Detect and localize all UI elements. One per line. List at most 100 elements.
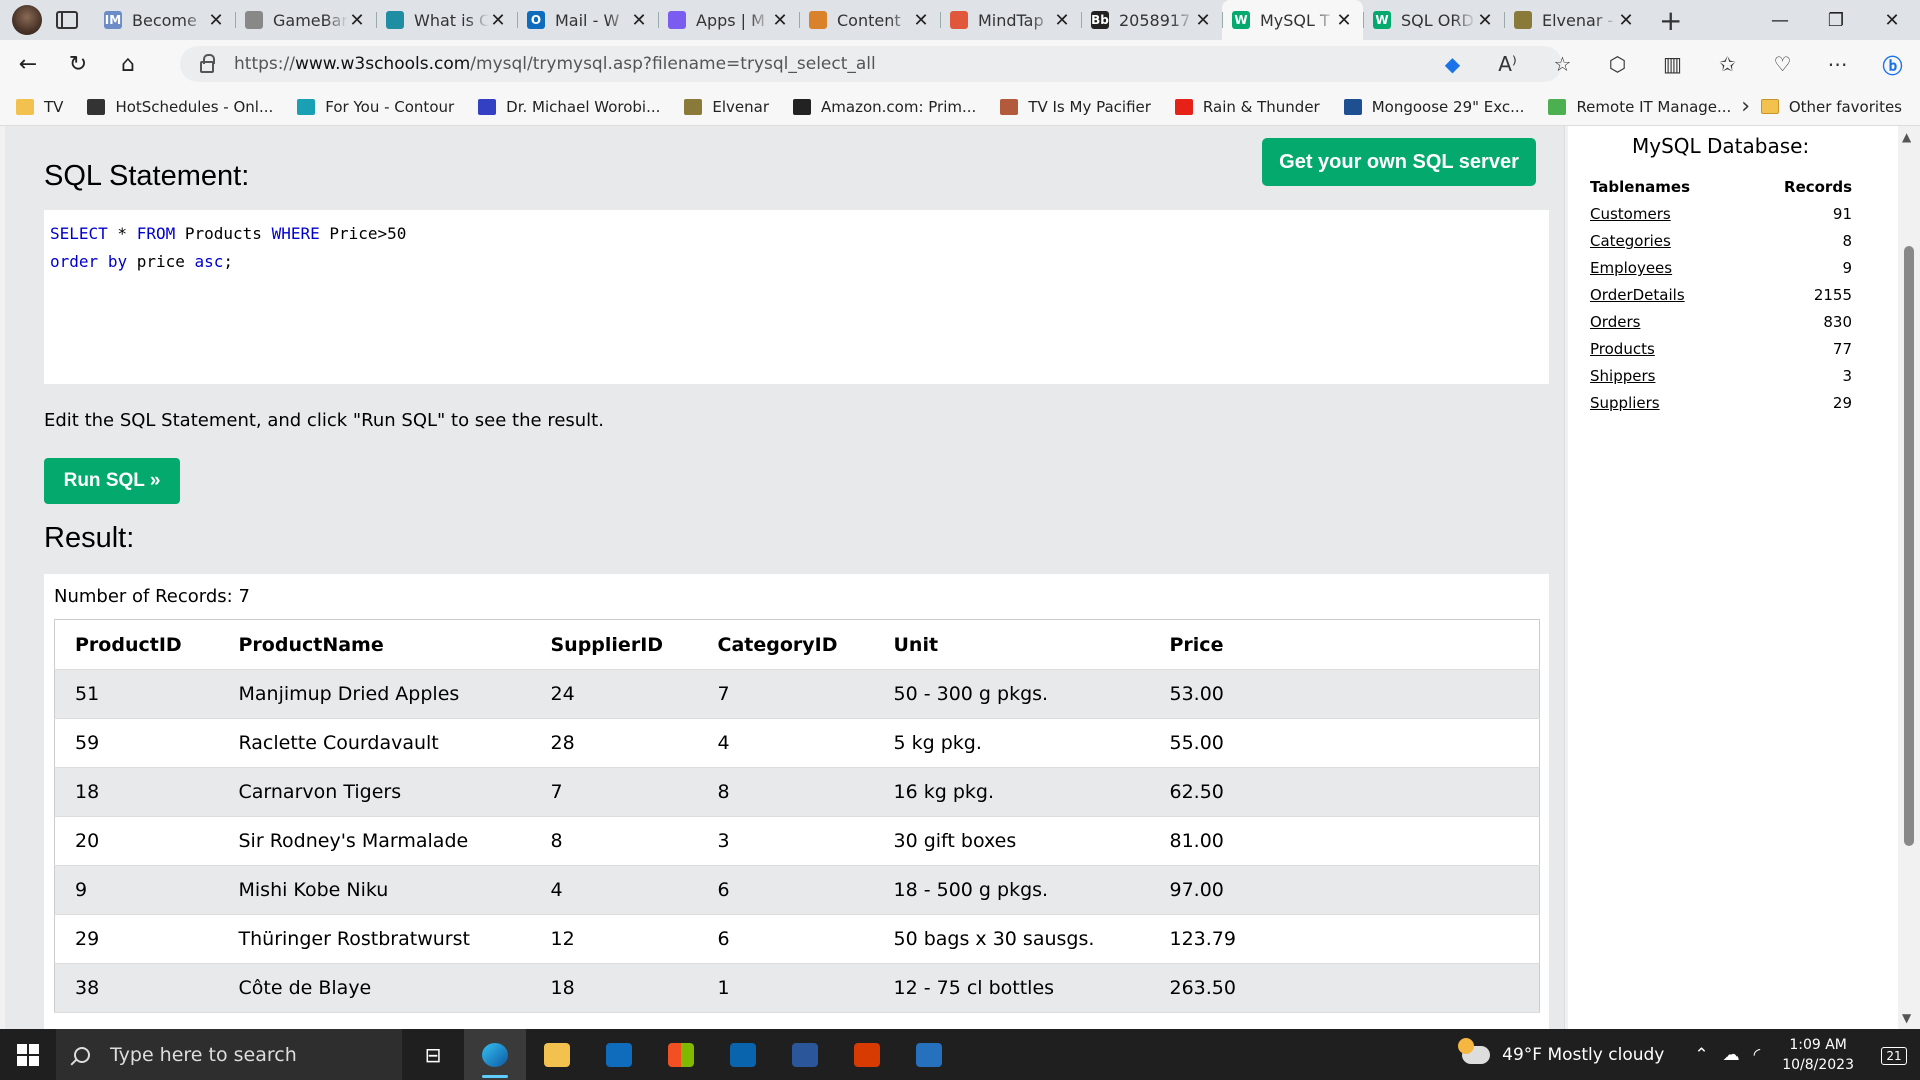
browser-tab[interactable]: O Mail - W ✕ xyxy=(517,0,658,40)
favorite-link[interactable]: TV xyxy=(16,98,63,116)
tab-close-icon[interactable]: ✕ xyxy=(489,10,507,31)
table-link-shippers[interactable]: Shippers xyxy=(1590,367,1655,394)
file-explorer-icon[interactable] xyxy=(526,1029,588,1080)
profile-avatar[interactable] xyxy=(12,5,42,35)
minimize-button[interactable]: — xyxy=(1752,0,1808,40)
table-cell: 28 xyxy=(530,718,698,768)
page-scrollbar[interactable]: ▲ ▼ xyxy=(1898,126,1920,1029)
sql-editor[interactable]: SELECT * FROM Products WHERE Price>50 or… xyxy=(44,210,1549,384)
restore-button[interactable]: ❐ xyxy=(1808,0,1864,40)
browser-essentials-icon[interactable]: ♡ xyxy=(1755,52,1810,76)
weather-widget[interactable]: 49°F Mostly cloudy xyxy=(1458,1037,1664,1065)
favorite-link[interactable]: Dr. Michael Worobi... xyxy=(478,98,660,116)
favorite-star-icon[interactable]: ☆ xyxy=(1535,52,1590,76)
clock[interactable]: 1:09 AM 10/8/2023 xyxy=(1782,1035,1854,1075)
task-view-icon[interactable]: ⊟ xyxy=(402,1029,464,1080)
table-cell: 38 xyxy=(54,963,219,1013)
table-header-row: ProductID ProductName SupplierID CategoryID… xyxy=(54,619,1540,670)
run-sql-button[interactable]: Run SQL » xyxy=(44,458,180,504)
tab-close-icon[interactable]: ✕ xyxy=(912,10,930,31)
extensions-icon[interactable]: ⬡ xyxy=(1590,52,1645,76)
tab-close-icon[interactable]: ✕ xyxy=(771,10,789,31)
tab-close-icon[interactable]: ✕ xyxy=(207,10,225,31)
office-icon[interactable] xyxy=(836,1029,898,1080)
weather-icon xyxy=(1458,1037,1491,1064)
tab-close-icon[interactable]: ✕ xyxy=(1617,10,1635,31)
tab-close-icon[interactable]: ✕ xyxy=(630,10,648,31)
address-input[interactable]: https://www.w3schools.com/mysql/trymysql… xyxy=(180,46,1562,82)
tab-close-icon[interactable]: ✕ xyxy=(1053,10,1071,31)
browser-tab[interactable]: MindTap ✕ xyxy=(940,0,1081,40)
browser-tab[interactable]: W MySQL T ✕ xyxy=(1222,0,1363,40)
other-favorites-label: Other favorites xyxy=(1788,97,1902,116)
close-window-button[interactable]: ✕ xyxy=(1864,0,1920,40)
search-placeholder: Type here to search xyxy=(110,1043,297,1066)
powershell-icon[interactable] xyxy=(898,1029,960,1080)
taskbar-search[interactable]: Type here to search xyxy=(56,1029,402,1080)
favorite-link[interactable]: HotSchedules - Onl... xyxy=(87,98,273,116)
table-cell: 16 kg pkg. xyxy=(873,767,1150,817)
scroll-up-icon[interactable]: ▲ xyxy=(1902,130,1911,144)
favorite-link[interactable]: For You - Contour xyxy=(297,98,454,116)
favorite-link[interactable]: Amazon.com: Prim... xyxy=(793,98,976,116)
scroll-down-icon[interactable]: ▼ xyxy=(1902,1011,1911,1025)
edge-taskbar-icon[interactable] xyxy=(464,1029,526,1080)
tab-actions-icon[interactable] xyxy=(56,11,78,29)
chevron-right-icon[interactable]: › xyxy=(1741,94,1750,119)
folder-icon xyxy=(16,98,34,115)
column-header: ProductName xyxy=(218,619,531,670)
browser-tab[interactable]: W SQL ORD ✕ xyxy=(1363,0,1504,40)
hotschedules-icon xyxy=(87,98,106,115)
favorite-link[interactable]: Rain & Thunder xyxy=(1174,98,1320,116)
browser-tab[interactable]: Elvenar - ✕ xyxy=(1504,0,1645,40)
tab-close-icon[interactable]: ✕ xyxy=(348,10,366,31)
start-button[interactable] xyxy=(0,1029,56,1080)
home-button[interactable]: ⌂ xyxy=(106,44,150,84)
tab-close-icon[interactable]: ✕ xyxy=(1194,10,1212,31)
table-link-customers[interactable]: Customers xyxy=(1590,205,1671,232)
browser-tab[interactable]: Apps | M ✕ xyxy=(658,0,799,40)
browser-tab[interactable]: What is C ✕ xyxy=(376,0,517,40)
tab-close-icon[interactable]: ✕ xyxy=(1335,10,1353,31)
tab-close-icon[interactable]: ✕ xyxy=(1476,10,1494,31)
remote-icon xyxy=(1548,98,1567,115)
back-button[interactable]: ← xyxy=(6,44,50,84)
table-link-categories[interactable]: Categories xyxy=(1590,232,1671,259)
wallet-icon[interactable]: ◆ xyxy=(1425,52,1480,76)
scrollbar-thumb[interactable] xyxy=(1904,246,1914,846)
chevron-up-icon[interactable]: ⌃ xyxy=(1694,1045,1708,1065)
browser-tab[interactable]: Content ✕ xyxy=(799,0,940,40)
tab-title: Become xyxy=(132,10,197,30)
database-table-row: Shippers 3 xyxy=(1590,367,1852,394)
store-icon[interactable] xyxy=(650,1029,712,1080)
favorites-icon[interactable]: ✩ xyxy=(1700,52,1755,76)
table-link-employees[interactable]: Employees xyxy=(1590,259,1672,286)
outlook-icon[interactable] xyxy=(712,1029,774,1080)
browser-tab[interactable]: Bb 2058917 ✕ xyxy=(1081,0,1222,40)
favorites-bar: TV HotSchedules - Onl... For You - Contour… xyxy=(0,88,1920,126)
new-tab-button[interactable]: + xyxy=(1659,4,1682,37)
read-aloud-icon[interactable]: A⁾ xyxy=(1480,52,1535,76)
mail-icon[interactable] xyxy=(588,1029,650,1080)
browser-tab[interactable]: IM Become ✕ xyxy=(94,0,235,40)
browser-tab[interactable]: GameBar ✕ xyxy=(235,0,376,40)
favorite-link[interactable]: Mongoose 29" Exc... xyxy=(1343,98,1524,116)
word-icon[interactable] xyxy=(774,1029,836,1080)
other-favorites[interactable]: Other favorites xyxy=(1760,97,1902,116)
table-link-orders[interactable]: Orders xyxy=(1590,313,1640,340)
favorite-link[interactable]: TV Is My Pacifier xyxy=(1000,98,1151,116)
refresh-button[interactable]: ↻ xyxy=(56,44,100,84)
table-link-suppliers[interactable]: Suppliers xyxy=(1590,394,1660,421)
onedrive-icon[interactable]: ☁ xyxy=(1723,1045,1740,1065)
bing-copilot-icon[interactable]: ⓑ xyxy=(1865,50,1920,79)
favorite-link[interactable]: Elvenar xyxy=(684,98,769,116)
table-link-products[interactable]: Products xyxy=(1590,340,1655,367)
get-sql-server-button[interactable]: Get your own SQL server xyxy=(1262,138,1536,186)
notifications-button[interactable]: 21 xyxy=(1874,1045,1914,1065)
table-link-orderdetails[interactable]: OrderDetails xyxy=(1590,286,1685,313)
more-menu-icon[interactable]: ⋯ xyxy=(1810,52,1865,76)
favorite-link[interactable]: Remote IT Manage... xyxy=(1548,98,1731,116)
search-icon xyxy=(74,1046,90,1063)
wifi-icon[interactable]: ◜ xyxy=(1754,1045,1761,1065)
split-screen-icon[interactable]: ▥ xyxy=(1645,52,1700,76)
